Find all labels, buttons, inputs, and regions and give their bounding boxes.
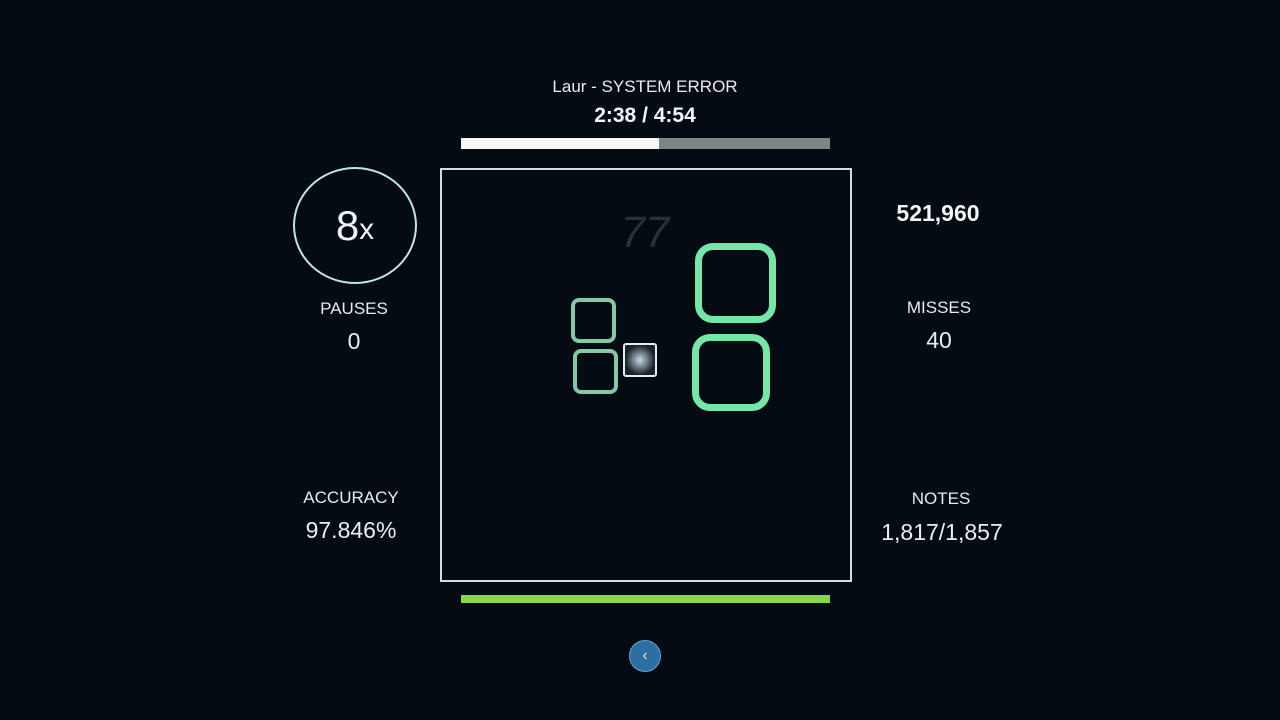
misses-value: 40 [926,327,952,353]
song-progress-fill [461,138,660,149]
accuracy-value: 97.846% [305,517,397,543]
song-time: 2:38 / 4:54 [594,104,696,127]
health-bar [461,595,830,603]
chevron-left-icon: ‹ [642,647,648,664]
note-block [692,334,770,411]
accuracy-label: ACCURACY [303,488,399,507]
pauses-value: 0 [347,328,361,354]
score: 521,960 [896,200,980,226]
multiplier-value: 8 [335,201,360,249]
player-cursor [623,343,657,377]
song-title: Laur - SYSTEM ERROR [552,77,738,96]
combo-counter: 77 [620,208,670,257]
notes-label: NOTES [911,489,971,508]
note-block [573,349,618,394]
notes-value: 1,817/1,857 [881,519,1003,545]
pauses-label: PAUSES [320,299,388,318]
multiplier-suffix: x [359,212,375,246]
note-block [695,243,776,323]
note-block [571,298,616,343]
song-progress-bar [461,138,830,149]
game-screen: Laur - SYSTEM ERROR 2:38 / 4:54 8x PAUSE… [0,0,1280,720]
back-button[interactable]: ‹ [629,640,661,672]
misses-label: MISSES [906,298,972,317]
multiplier-ring: 8x [293,167,417,284]
